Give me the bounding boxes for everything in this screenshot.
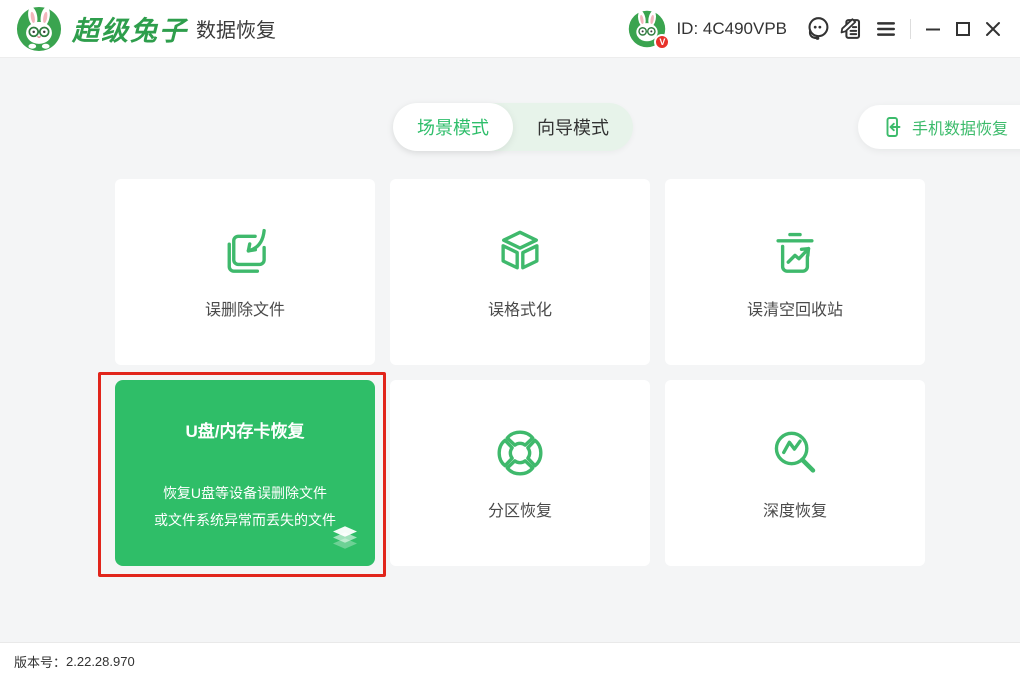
hamburger-menu-icon [873, 16, 899, 42]
card-usb-memory-card-recovery[interactable]: U盘/内存卡恢复 恢复U盘等设备误删除文件 或文件系统异常而丢失的文件 [115, 380, 375, 566]
tab-scene-mode[interactable]: 场景模式 [393, 103, 513, 151]
phone-recovery-icon [880, 115, 904, 139]
card-label: 误删除文件 [205, 296, 285, 320]
feedback-icon [838, 15, 866, 43]
customer-service-icon [804, 15, 832, 43]
card-label: 深度恢复 [763, 497, 827, 521]
maximize-button[interactable] [948, 14, 978, 44]
cube-format-icon [493, 225, 547, 279]
vip-badge: V [654, 34, 670, 50]
menu-button[interactable] [869, 12, 903, 46]
main-area: 场景模式 向导模式 手机数据恢复 误删除文件 [0, 58, 1020, 642]
card-emptied-recycle-bin[interactable]: 误清空回收站 [665, 179, 925, 365]
card-deep-recovery[interactable]: 深度恢复 [665, 380, 925, 566]
user-avatar[interactable]: V [628, 10, 666, 48]
card-title: U盘/内存卡恢复 [115, 417, 375, 442]
card-formatted-disk[interactable]: 误格式化 [390, 179, 650, 365]
brand-title: 超级兔子 [72, 9, 188, 48]
phone-recovery-label: 手机数据恢复 [912, 115, 1008, 139]
minimize-icon [923, 19, 943, 39]
card-label: 误格式化 [488, 296, 552, 320]
maximize-icon [953, 19, 973, 39]
phone-data-recovery-button[interactable]: 手机数据恢复 [858, 105, 1020, 149]
version-number: 2.22.28.970 [66, 654, 135, 669]
close-icon [983, 19, 1003, 39]
minimize-button[interactable] [918, 14, 948, 44]
product-title: 数据恢复 [196, 14, 276, 43]
mode-tabs: 场景模式 向导模式 [393, 103, 633, 151]
card-description-line1: 恢复U盘等设备误删除文件 [115, 480, 375, 507]
feedback-button[interactable] [835, 12, 869, 46]
trash-restore-icon [768, 225, 822, 279]
app-logo-rabbit-icon [16, 6, 62, 52]
card-label: 误清空回收站 [747, 296, 843, 320]
footer: 版本号： 2.22.28.970 [0, 642, 1020, 680]
close-button[interactable] [978, 14, 1008, 44]
titlebar: 超级兔子 数据恢复 V ID: 4C490VPB [0, 0, 1020, 58]
card-label: 分区恢复 [488, 497, 552, 521]
tab-wizard-mode[interactable]: 向导模式 [513, 103, 633, 151]
customer-service-button[interactable] [801, 12, 835, 46]
app-window: 超级兔子 数据恢复 V ID: 4C490VPB [0, 0, 1020, 680]
card-partition-recovery[interactable]: 分区恢复 [390, 380, 650, 566]
version-label: 版本号： [14, 652, 66, 671]
card-deleted-files[interactable]: 误删除文件 [115, 179, 375, 365]
user-id-label: ID: 4C490VPB [676, 19, 787, 39]
partition-icon [493, 426, 547, 480]
file-restore-icon [218, 225, 272, 279]
titlebar-divider [910, 19, 911, 39]
deep-scan-icon [768, 426, 822, 480]
layers-icon [327, 521, 363, 557]
